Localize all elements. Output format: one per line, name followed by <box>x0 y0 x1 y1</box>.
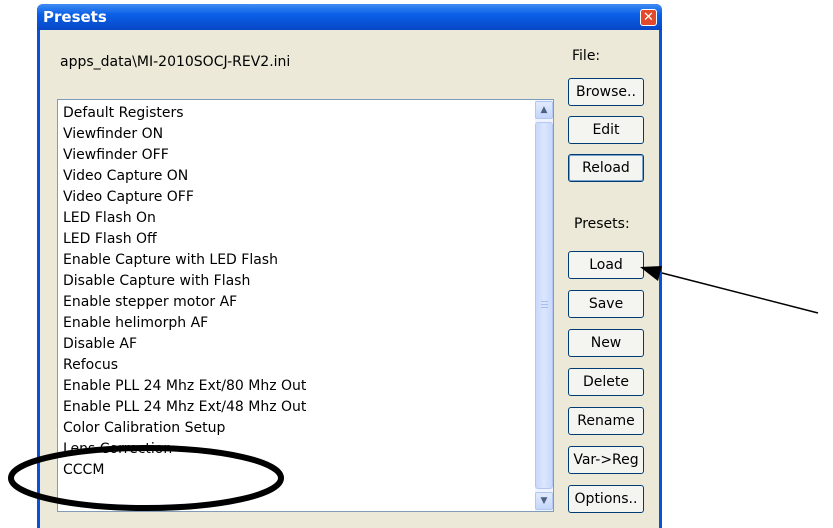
arrow-head-icon <box>640 266 662 281</box>
annotation-overlay <box>8 266 819 511</box>
highlight-ellipse <box>8 445 284 511</box>
annotation-arrow-line <box>661 272 819 314</box>
